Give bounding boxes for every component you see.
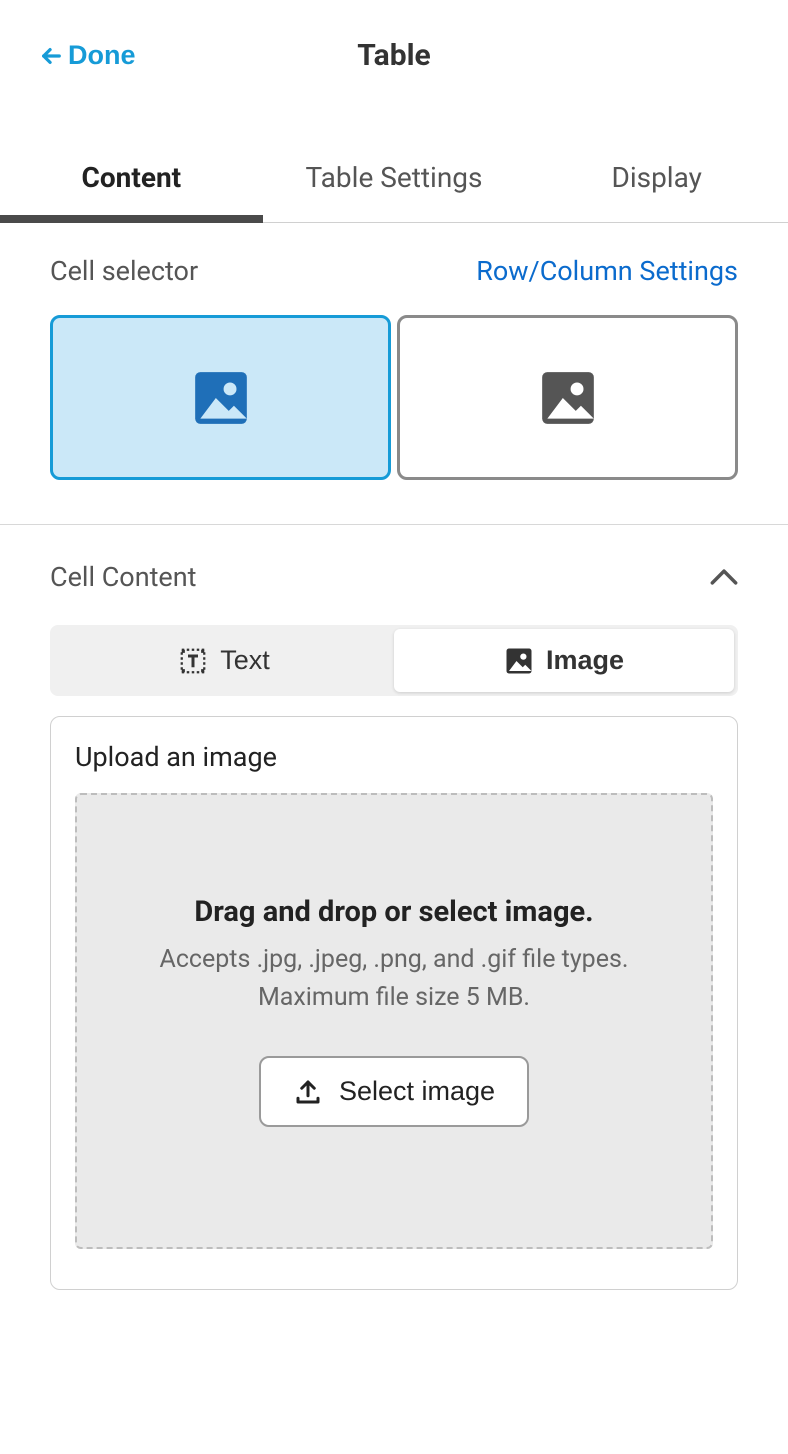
toggle-image[interactable]: Image [394,629,734,692]
cell-selector-header: Cell selector Row/Column Settings [50,255,738,287]
cell-1[interactable] [50,315,391,480]
cell-content-header[interactable]: Cell Content [0,525,788,625]
done-label: Done [68,40,136,71]
cell-2[interactable] [397,315,738,480]
select-image-button[interactable]: Select image [259,1056,529,1127]
dropzone-title: Drag and drop or select image. [107,895,681,929]
row-column-settings-link[interactable]: Row/Column Settings [476,255,738,287]
cell-content-label: Cell Content [50,561,197,593]
image-icon [537,367,599,429]
text-icon [178,646,208,676]
cell-grid [50,315,738,480]
done-button[interactable]: Done [40,40,136,71]
toggle-image-label: Image [546,645,624,676]
cell-selector-section: Cell selector Row/Column Settings [0,223,788,524]
content-type-toggle: Text Image [50,625,738,696]
image-icon [504,646,534,676]
tab-content[interactable]: Content [0,141,263,222]
tab-display[interactable]: Display [525,141,788,222]
tabs: Content Table Settings Display [0,141,788,223]
header: Done Table [0,0,788,91]
upload-icon [293,1077,323,1107]
chevron-up-icon [710,568,738,586]
dropzone[interactable]: Drag and drop or select image. Accepts .… [75,793,713,1249]
toggle-text[interactable]: Text [54,629,394,692]
upload-title: Upload an image [75,741,713,773]
cell-selector-label: Cell selector [50,255,198,287]
page-title: Table [357,38,430,73]
upload-panel: Upload an image Drag and drop or select … [50,716,738,1290]
toggle-text-label: Text [220,645,270,676]
dropzone-sub-line1: Accepts .jpg, .jpeg, .png, and .gif file… [160,945,629,974]
image-icon [190,367,252,429]
arrow-left-icon [40,45,62,67]
select-image-label: Select image [339,1076,495,1107]
dropzone-sub-line2: Maximum file size 5 MB. [258,983,530,1012]
dropzone-subtitle: Accepts .jpg, .jpeg, .png, and .gif file… [107,941,681,1016]
tab-table-settings[interactable]: Table Settings [263,141,526,222]
